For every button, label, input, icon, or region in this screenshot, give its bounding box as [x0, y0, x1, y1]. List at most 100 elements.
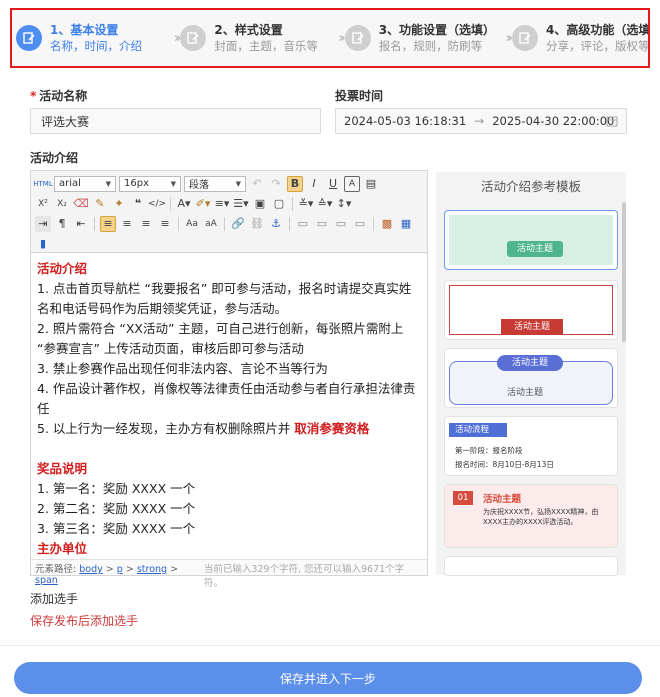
undo-icon[interactable]: ↶ — [249, 176, 265, 192]
step-progress-bar: 1、基本设置 名称，时间，介绍 ›› 2、样式设置 封面，主题，音乐等 ›› 3… — [10, 8, 650, 68]
path-link-body[interactable]: body — [79, 564, 103, 575]
redo-icon[interactable]: ↷ — [268, 176, 284, 192]
directionality-icon[interactable]: ⇤ — [73, 216, 89, 232]
image-right-icon[interactable]: ▭ — [333, 216, 349, 232]
save-next-button[interactable]: 保存并进入下一步 — [14, 662, 642, 694]
range-arrow: → — [474, 114, 485, 128]
path-link-span[interactable]: span — [35, 575, 58, 586]
indent-icon[interactable]: ⇥ — [35, 215, 51, 232]
select-all-icon[interactable]: ▣ — [252, 196, 268, 212]
editor-toolbar: HTML arial ▼ 16px ▼ 段落 ▼ ↶ ↷ B I U A ▤ X² X… — [31, 171, 427, 253]
edit-icon — [180, 25, 207, 51]
content-heading: 活动介绍 — [37, 261, 88, 276]
step-basic-settings[interactable]: 1、基本设置 名称，时间，介绍 ›› — [12, 10, 182, 66]
paragraph-mark-icon[interactable]: ¶ — [54, 216, 70, 232]
rule-item: 2. 照片需符合 “XX活动” 主题，可自己进行创新，每张照片需附上 “参赛宣言… — [37, 321, 404, 356]
step-subtitle: 封面，主题，音乐等 — [214, 39, 318, 53]
image-none-icon[interactable]: ▭ — [295, 216, 311, 232]
step-style-settings[interactable]: 2、样式设置 封面，主题，音乐等 ›› — [176, 10, 346, 66]
calendar-icon[interactable] — [606, 115, 618, 130]
content-heading: 奖品说明 — [37, 461, 88, 476]
path-link-p[interactable]: p — [117, 564, 123, 575]
ordered-list-icon[interactable]: ≡▾ — [214, 196, 230, 212]
html-source-icon[interactable]: HTML — [33, 176, 52, 192]
vote-time-range-input[interactable]: 2024-05-03 16:18:31 → 2025-04-30 22:00:0… — [335, 108, 627, 134]
insert-table-icon[interactable]: ▦ — [398, 216, 414, 232]
superscript-icon[interactable]: X² — [35, 196, 51, 212]
add-participant-label: 添加选手 — [30, 592, 79, 606]
format-brush-icon[interactable]: ✎ — [92, 196, 108, 212]
prize-item: 1. 第一名：奖励 XXXX 一个 — [37, 481, 196, 496]
highlight-color-icon[interactable]: ✐▾ — [195, 196, 211, 212]
align-center-icon[interactable]: ≡ — [119, 216, 135, 232]
font-size-select[interactable]: 16px ▼ — [119, 175, 181, 192]
dropdown-arrow-icon: ▼ — [105, 179, 111, 188]
add-participant-link[interactable]: 保存发布后添加选手 — [30, 612, 138, 629]
activity-name-input[interactable]: 评选大赛 — [30, 108, 321, 134]
underline-icon[interactable]: U — [325, 176, 341, 192]
row-spacing-top-icon[interactable]: ≚▾ — [298, 196, 314, 212]
font-border-icon[interactable]: A — [344, 175, 360, 192]
rule-item: 4. 作品设计著作权，肖像权等法律责任由活动参与者自行承担法律责任 — [37, 381, 416, 416]
char-count: 当前已输入329个字符, 您还可以输入9671个字符。 — [203, 564, 405, 589]
template-3-subtitle: 活动主题 — [507, 388, 544, 398]
step-subtitle: 分享，评论，版权等 — [546, 39, 650, 53]
bold-icon[interactable]: B — [287, 175, 303, 192]
unlink-icon[interactable]: ⛓ — [249, 216, 265, 232]
font-family-select[interactable]: arial ▼ — [54, 175, 116, 192]
quote-icon[interactable]: ❝ — [130, 196, 146, 212]
italic-icon[interactable]: I — [306, 176, 322, 192]
prize-item: 3. 第三名：奖励 XXXX 一个 — [37, 521, 196, 536]
paragraph-select[interactable]: 段落 ▼ — [184, 175, 246, 192]
text-upper-icon[interactable]: Aa — [184, 216, 200, 232]
template-scrollbar[interactable] — [622, 202, 626, 342]
template-card-5[interactable]: 01 活动主题 为庆祝XXXX节，弘扬XXXX精神，由XXXX主办的XXXX评选… — [444, 484, 618, 548]
template-card-4[interactable]: 活动流程 第一阶段：报名阶段 报名时间：8月10日-8月13日 — [444, 416, 618, 476]
image-center-icon[interactable]: ▭ — [352, 216, 368, 232]
image-left-icon[interactable]: ▭ — [314, 216, 330, 232]
text-lower-icon[interactable]: aA — [203, 216, 219, 232]
step-advanced-settings[interactable]: 4、高级功能（选填） 分享，评论，版权等 — [508, 10, 648, 66]
edit-icon — [512, 25, 539, 51]
row-spacing-bottom-icon[interactable]: ≙▾ — [317, 196, 333, 212]
insert-image-icon[interactable]: ▩ — [379, 216, 395, 232]
link-icon[interactable]: 🔗 — [230, 216, 246, 232]
anchor-icon[interactable]: ⚓ — [268, 216, 284, 232]
step-title: 3、功能设置（选填） — [378, 23, 496, 37]
auto-format-icon[interactable]: ✦ — [111, 196, 127, 212]
eraser-icon[interactable]: ⌫ — [73, 196, 89, 212]
activity-name-label: * 活动名称 — [30, 89, 88, 103]
template-card-2[interactable]: 活动主题 — [444, 280, 618, 340]
rule-item: 3. 禁止参赛作品出现任何非法内容、言论不当等行为 — [37, 361, 328, 376]
step-title: 4、高级功能（选填） — [546, 23, 650, 37]
rich-text-editor[interactable]: HTML arial ▼ 16px ▼ 段落 ▼ ↶ ↷ B I U A ▤ X² X… — [30, 170, 428, 589]
subscript-icon[interactable]: X₂ — [54, 196, 70, 212]
edit-icon — [344, 25, 371, 51]
template-panel: 活动介绍参考模板 活动主题 活动主题 活动主题 活动主题 活动流程 第一阶段：报… — [436, 172, 626, 576]
rule-item: 5. 以上行为一经发现，主办方有权删除照片并 取消参赛资格 — [37, 421, 370, 436]
template-card-6[interactable] — [444, 556, 618, 576]
step-title: 2、样式设置 — [214, 23, 283, 37]
align-justify-icon[interactable]: ≡ — [157, 216, 173, 232]
unordered-list-icon[interactable]: ☰▾ — [233, 196, 249, 212]
template-card-3[interactable]: 活动主题 活动主题 — [444, 348, 618, 408]
font-color-icon[interactable]: A▾ — [176, 196, 192, 212]
insert-frame-icon[interactable]: ▮ — [35, 236, 51, 252]
line-height-icon[interactable]: ↕▾ — [336, 196, 352, 212]
template-1-title: 活动主题 — [507, 241, 563, 257]
start-time: 2024-05-03 16:18:31 — [344, 114, 467, 128]
template-3-title: 活动主题 — [497, 355, 563, 371]
align-right-icon[interactable]: ≡ — [138, 216, 154, 232]
code-icon[interactable]: </> — [148, 196, 166, 212]
end-time: 2025-04-30 22:00:00 — [492, 114, 615, 128]
template-card-1[interactable]: 活动主题 — [444, 210, 618, 270]
editor-content[interactable]: 活动介绍 1. 点击首页导航栏 “我要报名” 即可参与活动，报名时请提交真实姓名… — [31, 254, 427, 560]
dropdown-arrow-icon: ▼ — [170, 179, 176, 188]
template-5-number: 01 — [453, 491, 473, 505]
align-left-icon[interactable]: ≡ — [100, 215, 116, 232]
path-link-strong[interactable]: strong — [137, 564, 167, 575]
clear-doc-icon[interactable]: ▢ — [271, 196, 287, 212]
step-function-settings[interactable]: 3、功能设置（选填） 报名，规则，防刷等 ›› — [341, 10, 513, 66]
rule-item: 1. 点击首页导航栏 “我要报名” 即可参与活动，报名时请提交真实姓名和电话号码… — [37, 281, 412, 316]
preview-icon[interactable]: ▤ — [363, 176, 379, 192]
